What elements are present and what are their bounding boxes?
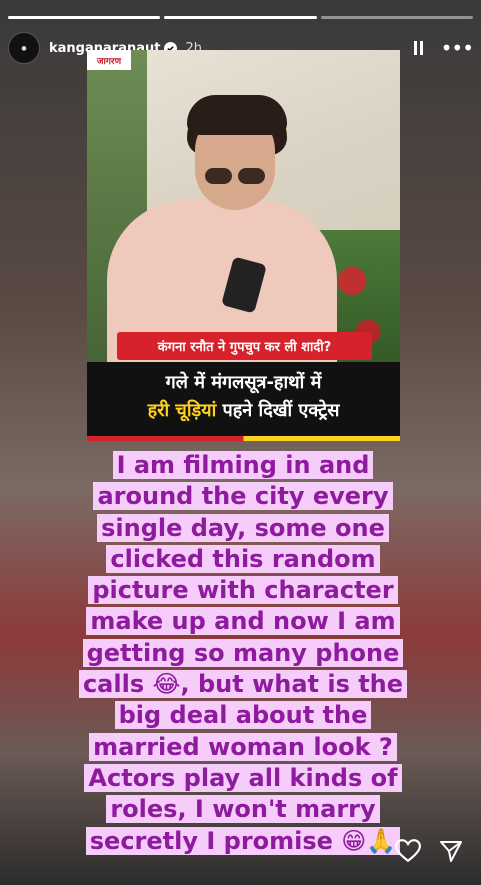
story-image: जागरण कंगना रनौत ने गुपचुप कर ली शादी? ग… — [87, 50, 400, 441]
story-actions — [395, 839, 463, 863]
headline-highlight: हरी चूड़ियां — [147, 400, 217, 421]
headline-panel: गले में मंगलसूत्र-हाथों में हरी चूड़ियां… — [87, 362, 400, 441]
news-banner: कंगना रनौत ने गुपचुप कर ली शादी? — [117, 332, 372, 360]
progress-segment — [164, 16, 317, 19]
decorative-stripe — [87, 436, 400, 441]
sunglasses — [205, 168, 265, 184]
jagran-logo: जागरण — [87, 50, 131, 70]
headline-line2: हरी चूड़ियां पहने दिखीं एक्ट्रेस — [87, 398, 400, 422]
story-caption: I am filming in and around the city ever… — [66, 450, 420, 857]
send-icon[interactable] — [439, 839, 463, 863]
pause-icon[interactable] — [413, 41, 423, 55]
avatar[interactable]: ● — [8, 32, 40, 64]
caption-text: I am filming in and around the city ever… — [78, 451, 408, 855]
person-hair-top — [187, 95, 287, 135]
more-icon[interactable]: ••• — [441, 36, 474, 60]
headline-rest: पहने दिखीं एक्ट्रेस — [216, 400, 340, 421]
progress-segment — [320, 16, 473, 19]
headline-line1: गले में मंगलसूत्र-हाथों में — [165, 372, 322, 393]
progress-segment — [8, 16, 161, 19]
story-progress — [8, 16, 473, 19]
heart-icon[interactable] — [395, 839, 421, 863]
